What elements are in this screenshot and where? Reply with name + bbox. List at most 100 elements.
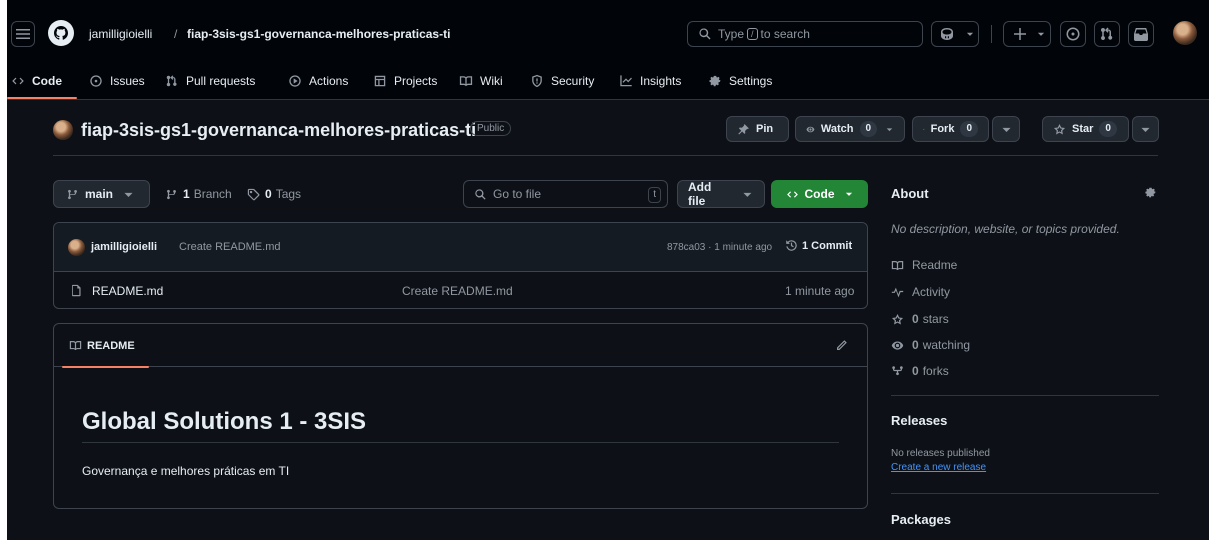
- copilot-icon: [941, 28, 953, 40]
- pin-icon: [738, 123, 749, 135]
- pin-button[interactable]: Pin: [726, 116, 789, 142]
- tag-icon: [247, 188, 260, 200]
- go-to-file-placeholder: Go to file: [493, 187, 542, 201]
- breadcrumb-repo[interactable]: fiap-3sis-gs1-governanca-melhores-pratic…: [187, 27, 450, 41]
- star-button[interactable]: Star 0: [1042, 116, 1129, 142]
- shield-icon: [532, 74, 542, 87]
- stars-word: stars: [922, 312, 949, 326]
- commits-link[interactable]: 1 Commit: [785, 239, 852, 252]
- tab-insights[interactable]: Insights: [619, 62, 681, 99]
- add-file-label: Add file: [688, 180, 712, 208]
- copilot-button[interactable]: [931, 21, 979, 47]
- code-button[interactable]: Code: [771, 180, 868, 208]
- go-to-file-input[interactable]: Go to file t: [463, 180, 668, 208]
- activity-link[interactable]: Activity: [891, 285, 950, 299]
- commit-hash-time[interactable]: 878ca03 · 1 minute ago: [667, 242, 772, 253]
- stars-count: 0: [912, 312, 919, 326]
- gear-icon[interactable]: [1144, 186, 1157, 199]
- tab-actions-label: Actions: [309, 73, 349, 88]
- tab-wiki[interactable]: Wiki: [459, 62, 503, 99]
- inbox-button[interactable]: [1128, 21, 1154, 47]
- commit-author[interactable]: jamilligioielli: [91, 241, 157, 253]
- book-icon: [69, 341, 82, 350]
- play-icon: [289, 74, 301, 87]
- watching-count: 0: [912, 338, 919, 352]
- create-release-link[interactable]: Create a new release: [891, 462, 986, 473]
- repo-title[interactable]: fiap-3sis-gs1-governanca-melhores-pratic…: [81, 120, 476, 141]
- star-label: Star: [1072, 123, 1094, 135]
- readme-link[interactable]: Readme: [891, 258, 957, 272]
- pull-requests-button[interactable]: [1094, 21, 1120, 47]
- branch-selector[interactable]: main: [53, 180, 150, 208]
- packages-title[interactable]: Packages: [891, 512, 951, 527]
- chevron-down-icon: [743, 192, 752, 197]
- breadcrumb-owner[interactable]: jamilligioielli: [89, 27, 152, 41]
- file-list: jamilligioielli Create README.md 878ca03…: [53, 222, 868, 309]
- branches-link[interactable]: 1 Branch: [165, 187, 232, 201]
- issue-opened-icon: [90, 74, 102, 87]
- user-avatar[interactable]: [1173, 21, 1197, 45]
- issues-button[interactable]: [1060, 21, 1086, 47]
- tab-code[interactable]: Code: [11, 62, 62, 99]
- activity-link-label: Activity: [912, 285, 951, 299]
- tag-word: Tags: [275, 187, 302, 201]
- chevron-down-icon: [1037, 32, 1045, 36]
- tab-security[interactable]: Security: [530, 62, 594, 99]
- releases-empty-text: No releases published: [891, 448, 990, 459]
- hamburger-icon: [16, 29, 30, 39]
- readme-tab[interactable]: README: [69, 339, 135, 352]
- search-icon: [699, 28, 711, 40]
- stars-link[interactable]: 0 stars: [891, 312, 949, 326]
- add-file-button[interactable]: Add file: [677, 180, 765, 208]
- readme-tab-label: README: [87, 339, 135, 352]
- watch-button[interactable]: Watch 0: [795, 116, 905, 142]
- chevron-down-icon: [1141, 127, 1150, 132]
- file-commit-message[interactable]: Create README.md: [402, 284, 513, 298]
- commit-message[interactable]: Create README.md: [179, 241, 280, 253]
- fork-button[interactable]: Fork 0: [912, 116, 989, 142]
- eye-icon: [806, 126, 815, 132]
- create-new-button[interactable]: [1003, 21, 1051, 47]
- chevron-down-icon: [845, 192, 852, 196]
- owner-avatar[interactable]: [53, 120, 73, 140]
- forks-word: forks: [922, 364, 949, 378]
- readme-tabbar: README: [54, 324, 867, 367]
- menu-button[interactable]: [11, 21, 35, 47]
- table-icon: [374, 75, 386, 86]
- file-row[interactable]: README.md Create README.md 1 minute ago: [54, 272, 867, 309]
- star-count: 0: [1099, 121, 1117, 137]
- tab-pull-requests[interactable]: Pull requests: [165, 62, 255, 99]
- forks-count: 0: [912, 364, 919, 378]
- readme-tab-underline: [62, 366, 149, 368]
- tab-settings[interactable]: Settings: [708, 62, 772, 99]
- tags-link[interactable]: 0 Tags: [247, 187, 301, 201]
- inbox-icon: [1134, 28, 1148, 41]
- github-logo-icon[interactable]: [48, 20, 74, 46]
- latest-commit-row: jamilligioielli Create README.md 878ca03…: [54, 223, 867, 272]
- watching-link[interactable]: 0 watching: [891, 338, 970, 352]
- pin-label: Pin: [756, 123, 774, 135]
- star-dropdown-button[interactable]: [1132, 116, 1159, 142]
- releases-title[interactable]: Releases: [891, 413, 947, 428]
- browser-page: jamilligioielli / fiap-3sis-gs1-governan…: [7, 0, 1209, 540]
- search-suffix: to search: [760, 27, 810, 41]
- tab-issues[interactable]: Issues: [89, 62, 145, 99]
- pencil-icon[interactable]: [835, 339, 848, 352]
- chevron-down-icon: [966, 32, 974, 36]
- code-icon: [786, 190, 798, 198]
- fork-dropdown-button[interactable]: [992, 116, 1020, 142]
- active-tab-underline: [7, 97, 77, 99]
- readme-heading: Global Solutions 1 - 3SIS: [82, 408, 367, 435]
- git-pull-request-icon: [166, 74, 177, 86]
- file-name[interactable]: README.md: [92, 284, 163, 298]
- forks-link[interactable]: 0 forks: [891, 364, 949, 378]
- readme-link-label: Readme: [912, 258, 958, 272]
- global-search[interactable]: Type / to search: [687, 21, 923, 47]
- star-icon: [1053, 123, 1066, 135]
- book-icon: [891, 260, 904, 270]
- tab-actions[interactable]: Actions: [288, 62, 348, 99]
- git-branch-icon: [68, 189, 77, 199]
- commit-author-avatar[interactable]: [68, 239, 85, 256]
- plus-icon: [1014, 28, 1026, 40]
- tab-projects[interactable]: Projects: [373, 62, 437, 99]
